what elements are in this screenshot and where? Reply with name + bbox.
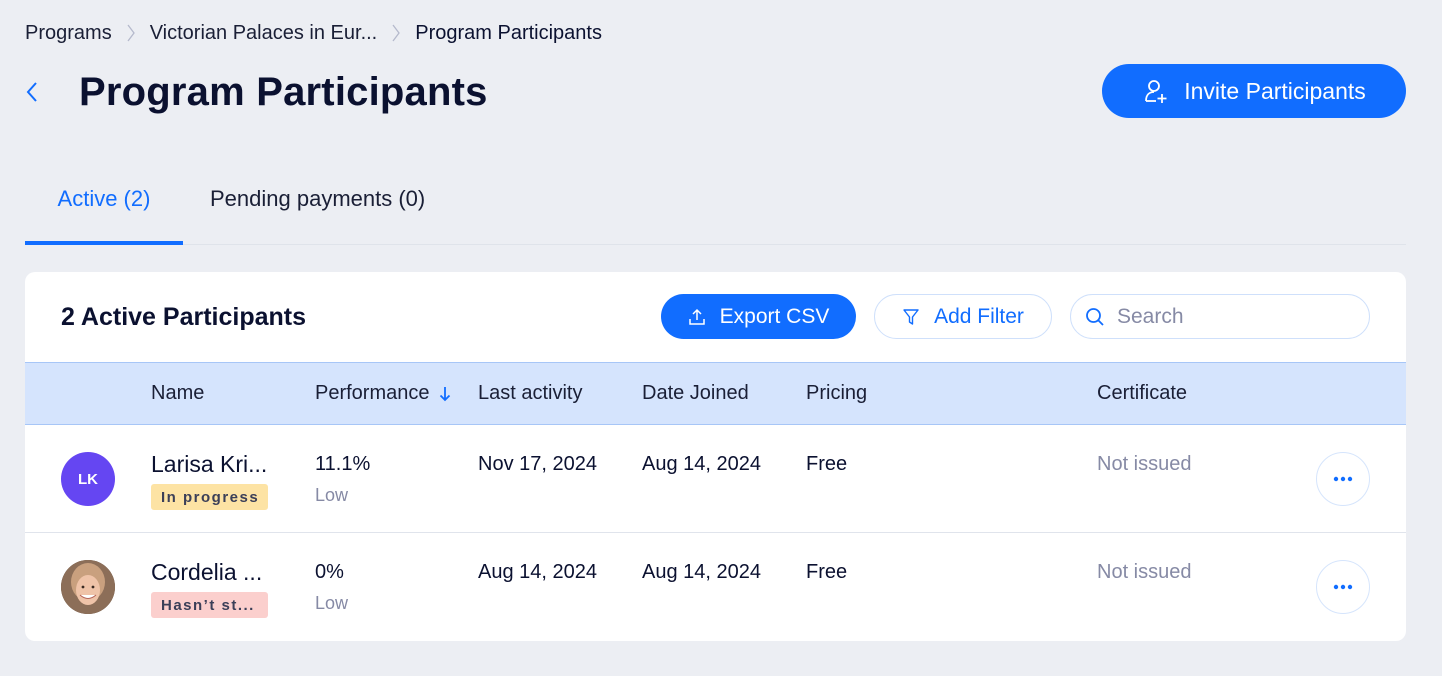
participant-name[interactable]: Cordelia ...	[151, 559, 262, 586]
breadcrumb: Programs Victorian Palaces in Eur... Pro…	[25, 20, 602, 46]
upload-icon	[688, 308, 705, 325]
date-joined: Aug 14, 2024	[642, 561, 761, 583]
tab-active[interactable]: Active (2)	[25, 170, 183, 245]
invite-participants-button[interactable]: Invite Participants	[1102, 64, 1406, 118]
tabs: Active (2) Pending payments (0)	[25, 170, 1406, 245]
filter-icon	[903, 308, 919, 325]
column-header-pricing[interactable]: Pricing	[806, 363, 867, 424]
add-user-icon	[1145, 80, 1167, 103]
column-header-certificate[interactable]: Certificate	[1097, 363, 1187, 424]
search-icon	[1086, 307, 1104, 326]
breadcrumb-program[interactable]: Victorian Palaces in Eur...	[150, 22, 378, 45]
column-header-performance-label: Performance	[315, 382, 430, 404]
add-filter-label: Add Filter	[934, 304, 1024, 328]
more-actions-button[interactable]	[1316, 560, 1370, 614]
status-badge: In progress	[151, 484, 268, 510]
table-row[interactable]: LK Larisa Kri... In progress 11.1% Low N…	[25, 425, 1406, 533]
more-horizontal-icon	[1333, 476, 1353, 482]
certificate-status: Not issued	[1097, 453, 1192, 475]
chevron-left-icon	[26, 82, 37, 102]
card-title: 2 Active Participants	[61, 303, 307, 331]
column-header-last-activity[interactable]: Last activity	[478, 363, 582, 424]
avatar: LK	[61, 452, 115, 506]
more-actions-button[interactable]	[1316, 452, 1370, 506]
last-activity: Aug 14, 2024	[478, 561, 597, 583]
last-activity: Nov 17, 2024	[478, 453, 597, 475]
breadcrumb-current: Program Participants	[415, 21, 602, 44]
performance-value: 0%	[315, 561, 344, 583]
participant-name[interactable]: Larisa Kri...	[151, 451, 267, 478]
performance-value: 11.1%	[315, 453, 371, 475]
chevron-right-icon	[112, 23, 150, 43]
title-row: Program Participants	[25, 66, 488, 118]
table-row[interactable]: Cordelia ... Hasn’t st... 0% Low Aug 14,…	[25, 533, 1406, 641]
pricing: Free	[806, 453, 848, 475]
user-photo-icon	[61, 560, 115, 614]
column-header-performance[interactable]: Performance	[315, 363, 452, 424]
tab-pending-payments[interactable]: Pending payments (0)	[210, 170, 425, 244]
column-header-name[interactable]: Name	[151, 363, 204, 424]
more-horizontal-icon	[1333, 584, 1353, 590]
breadcrumb-programs[interactable]: Programs	[25, 22, 112, 45]
column-header-date-joined[interactable]: Date Joined	[642, 363, 749, 424]
performance-level: Low	[315, 485, 349, 505]
certificate-status: Not issued	[1097, 561, 1192, 583]
add-filter-button[interactable]: Add Filter	[874, 294, 1052, 339]
search-input[interactable]	[1117, 304, 1357, 329]
table-header: Name Performance Last activity Date Join…	[25, 362, 1406, 425]
chevron-right-icon	[377, 23, 415, 43]
back-button[interactable]	[25, 66, 49, 118]
search-field[interactable]	[1070, 294, 1370, 339]
participants-card: 2 Active Participants Export CSV Add Fil…	[25, 272, 1406, 641]
sort-descending-icon[interactable]	[438, 385, 452, 403]
pricing: Free	[806, 561, 848, 583]
invite-participants-label: Invite Participants	[1184, 77, 1366, 104]
performance-level: Low	[315, 593, 349, 613]
page-title: Program Participants	[79, 69, 488, 114]
export-csv-label: Export CSV	[719, 304, 830, 328]
export-csv-button[interactable]: Export CSV	[661, 294, 856, 339]
avatar	[61, 560, 115, 614]
date-joined: Aug 14, 2024	[642, 453, 761, 475]
status-badge: Hasn’t st...	[151, 592, 268, 618]
